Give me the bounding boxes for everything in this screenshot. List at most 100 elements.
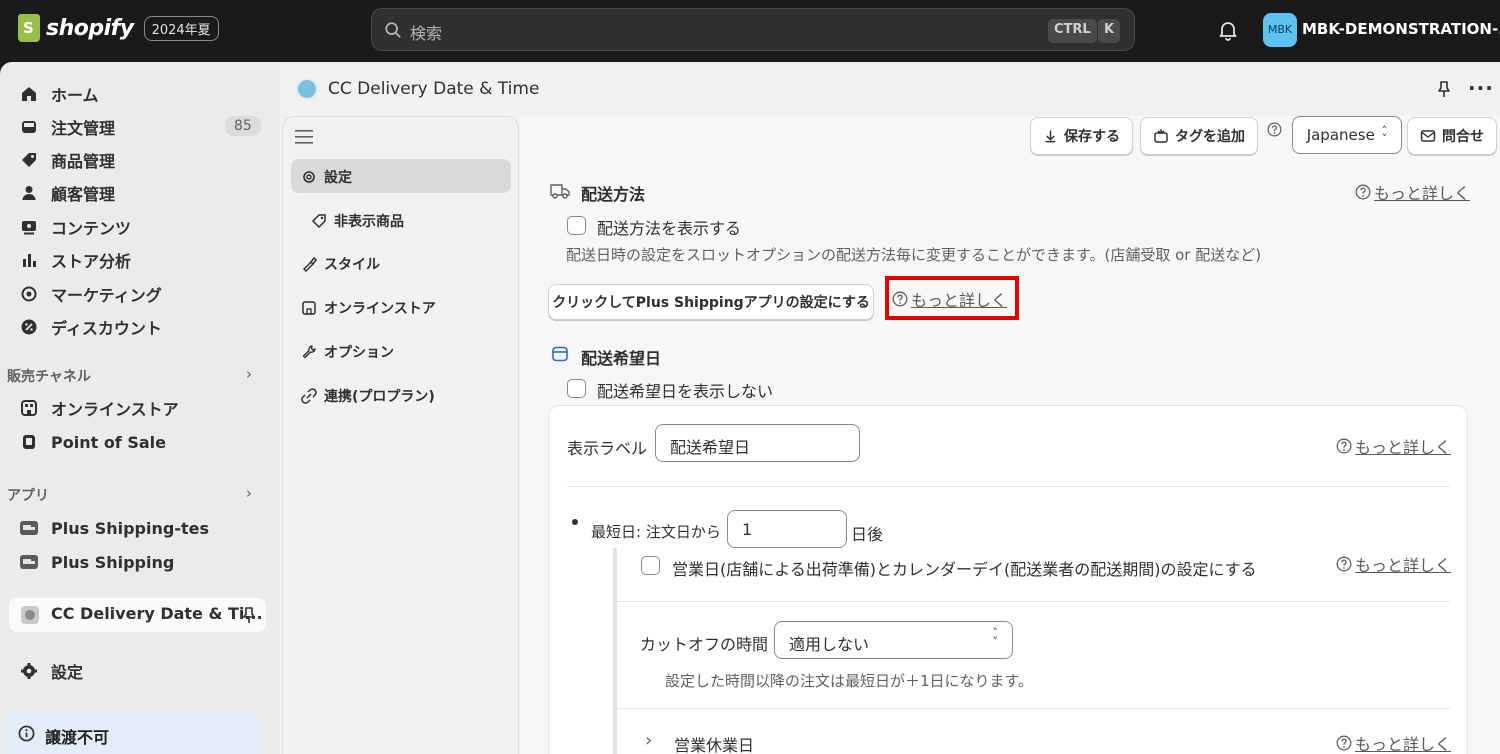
holidays-learn-more-link[interactable]: もっと詳しく (1336, 731, 1451, 754)
sidebar-item-label: 設定 (51, 663, 84, 682)
tag-icon (311, 214, 326, 229)
subnav-label: 設定 (324, 170, 352, 186)
nontransferable-banner[interactable]: 譲渡不可 (5, 712, 259, 754)
cutoff-select[interactable]: 適用しない ˄ ˅ (774, 621, 1013, 659)
tag-add-icon (1154, 129, 1168, 143)
discount-icon (21, 319, 37, 335)
main-area: CC Delivery Date & Time ··· 設定 非表示商品 スタイ… (280, 62, 1500, 754)
plus-shipping-setting-button[interactable]: クリックしてPlus Shippingアプリの設定にする (548, 284, 874, 320)
help-icon[interactable] (1267, 122, 1282, 137)
sidebar-item-pos[interactable]: Point of Sale (20, 429, 166, 455)
save-button[interactable]: 保存する (1030, 117, 1133, 155)
business-day-learn-more-link[interactable]: もっと詳しく (1336, 552, 1451, 576)
chevron-right-icon[interactable]: › (246, 365, 252, 383)
store-name[interactable]: MBK-DEMONSTRATION-... (1302, 20, 1500, 38)
more-actions-icon[interactable]: ··· (1468, 76, 1494, 100)
home-icon (22, 87, 36, 101)
sidebar-item-customers[interactable]: 顧客管理 (20, 180, 115, 206)
subnav-item-style[interactable]: スタイル (301, 254, 380, 274)
add-tag-label: タグを追加 (1175, 129, 1245, 145)
pin-icon[interactable] (1436, 80, 1452, 98)
bullet (572, 519, 578, 525)
select-arrows-icon: ˄ ˅ (992, 626, 999, 648)
sidebar-item-label: CC Delivery Date & Ti... (51, 604, 263, 623)
bar-chart-icon (23, 254, 36, 267)
sidebar-item-analytics[interactable]: ストア分析 (20, 247, 131, 273)
chevron-right-icon[interactable]: › (246, 484, 252, 502)
add-tag-button[interactable]: タグを追加 (1140, 117, 1258, 155)
shopify-logo[interactable]: shopify 2024年夏 (18, 14, 219, 42)
subnav-label: 非表示商品 (334, 214, 404, 230)
shipping-learn-more-link[interactable]: もっと詳しく (1355, 180, 1470, 204)
sidebar-item-home[interactable]: ホーム (20, 81, 99, 107)
divider (567, 486, 1450, 487)
avatar[interactable]: MBK (1263, 13, 1297, 47)
sidebar-item-label: コンテンツ (51, 219, 132, 238)
business-day-checkbox[interactable] (641, 556, 660, 575)
show-shipping-method-label: 配送方法を表示する (597, 219, 742, 238)
brush-icon (302, 256, 317, 272)
sidebar-item-settings[interactable]: 設定 (20, 658, 83, 684)
sidebar-item-plus-shipping[interactable]: Plus Shipping (20, 549, 174, 575)
chevron-right-icon[interactable]: › (645, 730, 652, 751)
subnav-item-options[interactable]: オプション (301, 342, 394, 362)
hide-desired-date-label: 配送希望日を表示しない (597, 382, 774, 401)
sidebar-item-label: Point of Sale (51, 432, 166, 452)
sidebar-item-discounts[interactable]: ディスカウント (20, 314, 162, 340)
shipping-description: 配送日時の設定をスロットオプションの配送方法毎に変更することができます。(店舗受… (566, 246, 1262, 264)
menu-icon[interactable] (295, 129, 313, 145)
apps-heading[interactable]: アプリ (7, 485, 49, 505)
info-icon (18, 725, 35, 742)
sales-channels-heading[interactable]: 販売チャネル (7, 366, 91, 386)
sidebar-item-label: マーケティング (51, 286, 162, 305)
subnav-item-online-store[interactable]: オンラインストア (301, 298, 436, 318)
pin-icon[interactable] (241, 606, 257, 624)
cutoff-label: カットオフの時間 (640, 635, 769, 654)
save-label: 保存する (1064, 129, 1120, 145)
subnav-label: オンラインストア (324, 301, 436, 317)
desired-date-title: 配送希望日 (581, 349, 662, 368)
sidebar-item-marketing[interactable]: マーケティング (20, 281, 162, 307)
sidebar-item-products[interactable]: 商品管理 (20, 147, 115, 173)
sidebar-item-orders[interactable]: 注文管理 (20, 114, 115, 140)
holidays-label[interactable]: 営業休業日 (674, 732, 754, 754)
sidebar-item-label: 顧客管理 (51, 185, 116, 204)
sidebar-item-cc-delivery[interactable]: CC Delivery Date & Ti... (9, 598, 266, 632)
display-label-input[interactable]: 配送希望日 (655, 424, 860, 462)
pos-icon (23, 435, 35, 449)
settings-panel: 保存する タグを追加 Japanese ˄ ˅ 問合せ 配送方法 もっと詳しく 配… (520, 116, 1500, 754)
earliest-days-input[interactable]: 1 (727, 510, 847, 548)
help-icon (1336, 438, 1352, 454)
desired-date-card: 表示ラベル 配送希望日 もっと詳しく 最短日: 注文日から 1 日後 営業日(店… (548, 405, 1468, 754)
sidebar-item-content[interactable]: コンテンツ (20, 214, 131, 240)
subnav-item-integration[interactable]: 連携(プロプラン) (301, 386, 435, 406)
shopify-bag-icon (18, 14, 40, 42)
language-select[interactable]: Japanese ˄ ˅ (1292, 116, 1402, 154)
help-icon (1355, 184, 1371, 200)
search-input[interactable]: 検索 CTRL K (371, 8, 1135, 51)
orders-count-badge: 85 (225, 116, 261, 136)
hide-desired-date-checkbox[interactable] (567, 379, 586, 398)
subnav-item-hidden-products[interactable]: 非表示商品 (311, 211, 404, 231)
display-label-learn-more-link[interactable]: もっと詳しく (1336, 434, 1451, 458)
sidebar-item-plus-shipping-tes[interactable]: Plus Shipping-tes (20, 515, 209, 541)
logo-text: shopify (46, 15, 134, 41)
link-icon (301, 388, 317, 404)
download-icon (1045, 130, 1056, 143)
edition-badge: 2024年夏 (143, 15, 219, 41)
learn-more-text: もっと詳しく (1374, 184, 1471, 203)
image-icon (22, 221, 36, 235)
show-shipping-method-checkbox[interactable] (567, 216, 586, 235)
sidebar-item-online-store[interactable]: オンラインストア (20, 395, 179, 421)
subnav-label: スタイル (324, 257, 380, 273)
cutoff-note: 設定した時間以降の注文は最短日が＋1日になります。 (665, 672, 1034, 690)
learn-more-text: もっと詳しく (1355, 438, 1452, 457)
earliest-date-prefix: 最短日: 注文日から (591, 523, 721, 541)
bell-icon[interactable] (1217, 19, 1239, 41)
subnav-item-settings[interactable]: 設定 (301, 167, 352, 187)
select-arrows-icon: ˄ ˅ (1381, 124, 1388, 145)
divider (617, 708, 1450, 709)
contact-button[interactable]: 問合せ (1407, 117, 1497, 155)
mail-icon (1420, 130, 1436, 142)
sidebar-item-label: ディスカウント (51, 319, 162, 338)
